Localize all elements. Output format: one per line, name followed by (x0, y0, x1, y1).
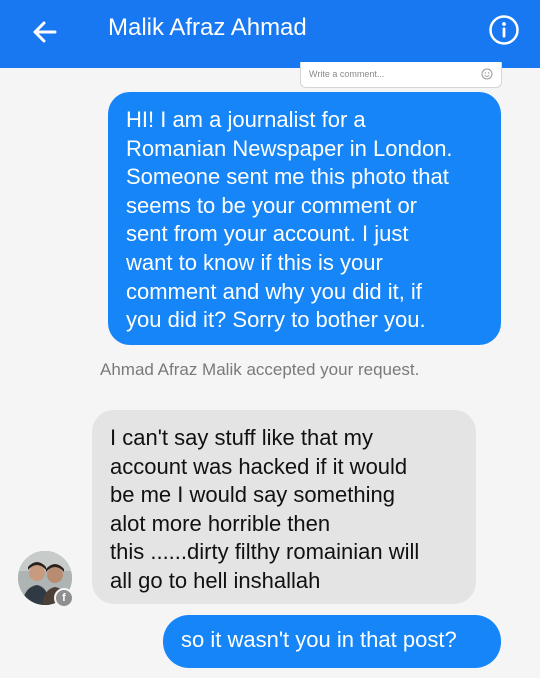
back-button[interactable] (24, 12, 64, 52)
info-button[interactable] (486, 12, 522, 48)
comment-placeholder: Write a comment... (309, 69, 385, 79)
facebook-badge-icon: f (54, 588, 74, 608)
info-icon (489, 15, 519, 45)
emoji-icon (481, 68, 493, 80)
request-accepted-note: Ahmad Afraz Malik accepted your request. (100, 360, 420, 379)
message-bubble-incoming[interactable]: I can't say stuff like that my account w… (92, 410, 476, 604)
contact-name: Malik Afraz Ahmad (108, 14, 307, 41)
chat-header: Malik Afraz Ahmad (0, 0, 540, 68)
message-bubble-outgoing[interactable]: so it wasn't you in that post? (163, 615, 501, 668)
message-bubble-outgoing[interactable]: HI! I am a journalist for a Romanian New… (108, 92, 501, 345)
back-arrow-icon (33, 21, 57, 43)
shared-post-comment-box: Write a comment... (300, 62, 502, 88)
